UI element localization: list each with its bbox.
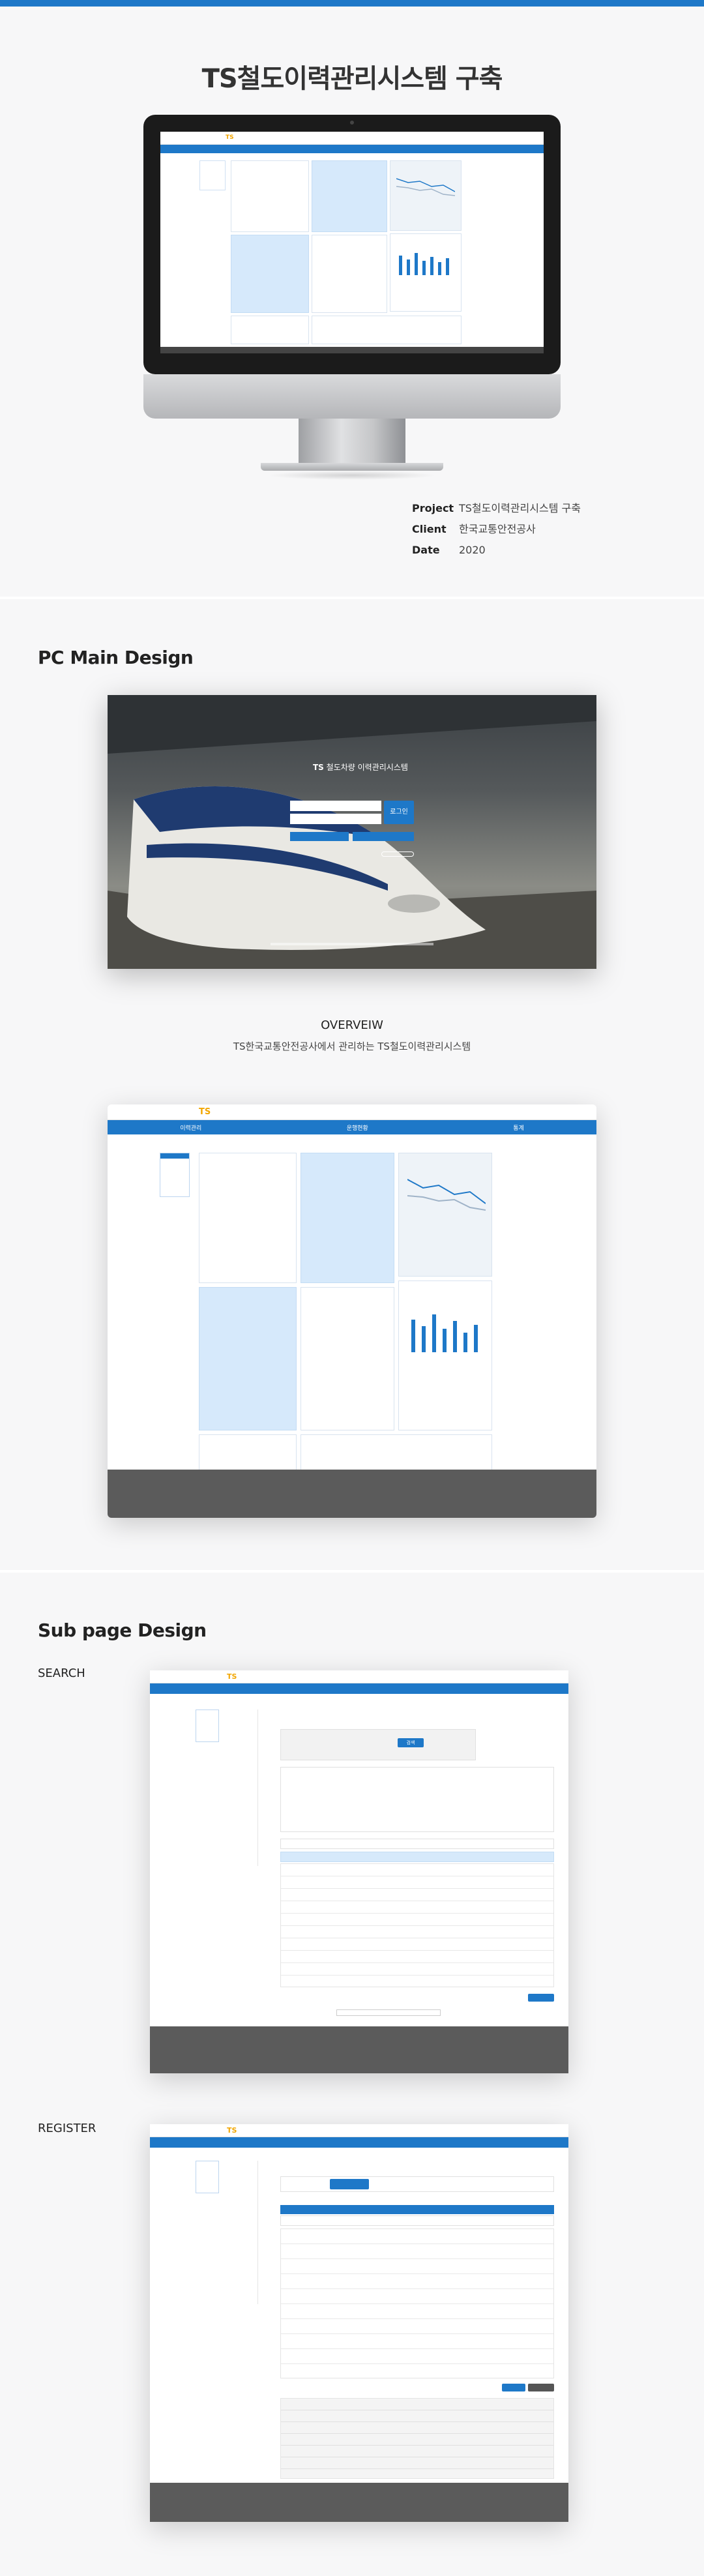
search-form — [280, 1729, 476, 1760]
panel-operation — [301, 1153, 394, 1283]
save-button[interactable] — [502, 2384, 525, 2391]
hero-section: TS철도이력관리시스템 구축 TS Project TS철도이력관리시스템 구축… — [0, 7, 704, 597]
screen-bar-chart — [399, 253, 449, 275]
screen-header: TS — [160, 132, 544, 145]
cancel-button[interactable] — [528, 2384, 554, 2391]
overview-title: OVERVEIW — [321, 1018, 383, 1032]
panel-status — [199, 1287, 297, 1430]
dashboard-bar-chart — [411, 1314, 478, 1352]
page-title: TS철도이력관리시스템 구축 — [201, 64, 503, 94]
search-page-mockup: TS 검색 — [150, 1670, 568, 2073]
label-search: SEARCH — [38, 1666, 85, 1680]
monitor-stand — [299, 419, 405, 464]
dashboard-sidebar — [160, 1153, 190, 1197]
register-sidebar-menu — [231, 2161, 258, 2304]
register-button[interactable] — [528, 1994, 554, 2002]
project-info: Project TS철도이력관리시스템 구축 Client 한국교통안전공사 Dat… — [412, 502, 581, 556]
register-page-mockup: TS — [150, 2124, 568, 2522]
monitor-base — [261, 463, 443, 471]
monitor-mockup: TS — [143, 115, 561, 374]
screen-side — [199, 160, 226, 190]
label-register: REGISTER — [38, 2122, 96, 2135]
overview-text: TS한국교통안전공사에서 관리하는 TS철도이력관리시스템 — [233, 1041, 471, 1052]
register-form — [280, 2228, 554, 2378]
train-photo — [108, 695, 596, 969]
nav-item[interactable]: 이력관리 — [180, 1123, 201, 1132]
camera-icon — [350, 121, 354, 125]
register-sidebar-box — [196, 2161, 219, 2193]
login-logo: TS 철도차량 이력관리시스템 — [313, 763, 408, 772]
login-button[interactable]: 로그인 — [384, 801, 414, 824]
search-logo: TS — [227, 1672, 237, 1681]
register-nav — [150, 2137, 568, 2148]
panel-report — [301, 1287, 394, 1430]
monitor-chin — [143, 374, 561, 419]
login-password-input[interactable] — [290, 814, 381, 824]
register-active-step[interactable] — [330, 2179, 369, 2189]
register-logo: TS — [227, 2126, 237, 2135]
search-table — [280, 1863, 554, 1987]
screen-line-chart — [396, 178, 455, 196]
search-sidebar-box — [196, 1710, 219, 1742]
register-subtabs — [280, 2215, 554, 2226]
dashboard-mockup: TS 이력관리 운행현황 통계 — [108, 1104, 596, 1518]
nav-item[interactable]: 운행현황 — [347, 1123, 368, 1132]
search-table-header — [280, 1852, 554, 1862]
dashboard-logo: TS — [199, 1107, 211, 1117]
search-nav — [150, 1683, 568, 1694]
search-tabs — [280, 1839, 554, 1849]
section-sub-page: Sub page Design — [38, 1620, 207, 1641]
screen-nav — [160, 145, 544, 153]
dashboard-nav: 이력관리 운행현황 통계 — [108, 1120, 596, 1134]
screen-logo: TS — [226, 134, 234, 141]
login-id-input[interactable] — [290, 801, 381, 811]
dashboard-footer — [108, 1470, 596, 1518]
register-accordion — [280, 2398, 554, 2479]
panel-stats — [398, 1281, 492, 1430]
panel-history — [199, 1153, 297, 1283]
login-toggle[interactable] — [381, 851, 414, 857]
search-sidebar-menu — [231, 1710, 258, 1866]
search-filter-table — [280, 1767, 554, 1832]
nav-item[interactable]: 통계 — [513, 1123, 524, 1132]
search-button[interactable]: 검색 — [398, 1738, 424, 1747]
pagination[interactable] — [336, 2009, 441, 2016]
login-screen-mockup: TS 철도차량 이력관리시스템 로그인 — [108, 695, 596, 969]
search-footer — [150, 2026, 568, 2073]
register-footer — [150, 2483, 568, 2522]
section-pc-main: PC Main Design — [38, 647, 194, 668]
register-step-tabs — [280, 2176, 554, 2192]
monitor-screen: TS — [160, 132, 544, 353]
top-accent-bar — [0, 0, 704, 7]
login-sub-button[interactable] — [290, 832, 349, 841]
register-section-bar — [280, 2205, 554, 2214]
login-sub-button-2[interactable] — [353, 832, 414, 841]
dashboard-line-chart — [407, 1179, 486, 1211]
